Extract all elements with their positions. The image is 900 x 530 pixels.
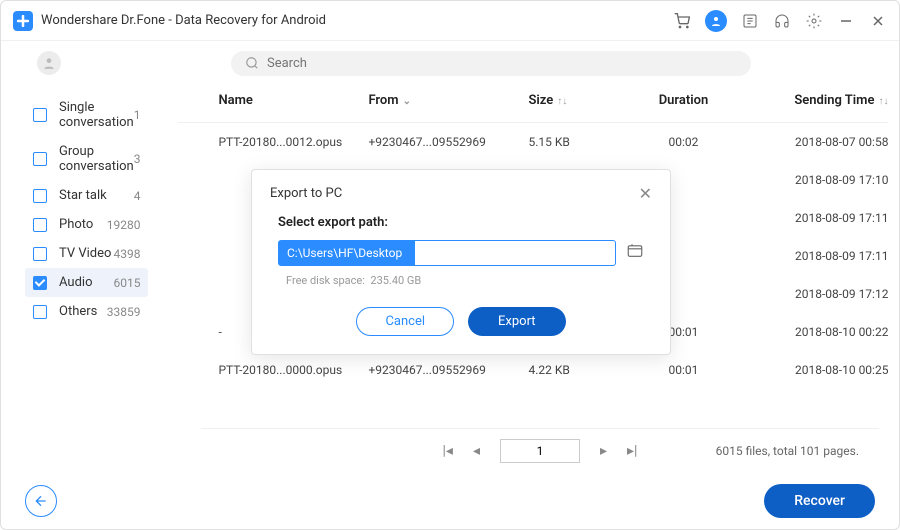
- table-row[interactable]: PTT-20180...0012.opus+9230467...09552969…: [178, 123, 888, 161]
- titlebar: Wondershare Dr.Fone - Data Recovery for …: [1, 1, 899, 41]
- arrow-left-icon: [33, 493, 49, 509]
- page-next-icon[interactable]: ▸: [600, 443, 607, 459]
- col-from[interactable]: From⌄: [368, 93, 528, 108]
- search-icon: [245, 56, 259, 70]
- export-button[interactable]: Export: [468, 307, 566, 336]
- back-button[interactable]: [25, 485, 57, 517]
- checkbox-icon[interactable]: [33, 189, 47, 203]
- page-first-icon[interactable]: |◂: [443, 443, 453, 459]
- sort-icon: ↑↓: [878, 96, 888, 107]
- pager-info: 6015 files, total 101 pages.: [716, 444, 859, 458]
- sidebar-item-single-conversation[interactable]: Single conversation1: [25, 93, 148, 137]
- feedback-icon[interactable]: [741, 12, 759, 30]
- minimize-icon[interactable]: [837, 12, 855, 30]
- settings-icon[interactable]: [805, 12, 823, 30]
- browse-folder-icon[interactable]: [626, 242, 644, 264]
- app-title: Wondershare Dr.Fone - Data Recovery for …: [41, 13, 673, 28]
- modal-label: Select export path:: [278, 215, 652, 230]
- col-duration[interactable]: Duration: [628, 93, 738, 108]
- support-icon[interactable]: [773, 12, 791, 30]
- page-prev-icon[interactable]: ◂: [473, 443, 480, 459]
- checkbox-icon[interactable]: [33, 276, 47, 290]
- search-input[interactable]: [267, 56, 737, 71]
- user-badge-icon[interactable]: [705, 10, 727, 32]
- close-icon[interactable]: [869, 12, 887, 30]
- topbar: [1, 41, 899, 85]
- sidebar: Single conversation1 Group conversation3…: [1, 85, 158, 465]
- checkbox-icon[interactable]: [33, 305, 47, 319]
- checkbox-icon[interactable]: [33, 218, 47, 232]
- modal-close-icon[interactable]: ✕: [639, 184, 652, 203]
- checkbox-icon[interactable]: [33, 247, 47, 261]
- page-last-icon[interactable]: ▸|: [627, 443, 637, 459]
- sidebar-item-others[interactable]: Others33859: [25, 297, 148, 326]
- col-size[interactable]: Size↑↓: [528, 93, 628, 108]
- chevron-down-icon: ⌄: [403, 96, 411, 107]
- checkbox-icon[interactable]: [33, 152, 47, 166]
- table-header: Name From⌄ Size↑↓ Duration Sending Time↑…: [178, 85, 888, 123]
- col-name[interactable]: Name: [218, 93, 368, 108]
- modal-title: Export to PC: [270, 186, 342, 201]
- col-time[interactable]: Sending Time↑↓: [738, 93, 888, 108]
- table-row[interactable]: PTT-20180...0000.opus+9230467...09552969…: [178, 351, 888, 389]
- sidebar-item-star-talk[interactable]: Star talk4: [25, 181, 148, 210]
- checkbox-icon[interactable]: [33, 108, 47, 122]
- sidebar-item-group-conversation[interactable]: Group conversation3: [25, 137, 148, 181]
- cart-icon[interactable]: [673, 12, 691, 30]
- recover-button[interactable]: Recover: [764, 484, 875, 518]
- sidebar-item-tv-video[interactable]: TV Video4398: [25, 239, 148, 268]
- export-modal: Export to PC ✕ Select export path: Free …: [251, 169, 671, 355]
- sidebar-item-audio[interactable]: Audio6015: [25, 268, 148, 297]
- cancel-button[interactable]: Cancel: [356, 307, 454, 336]
- export-path-input[interactable]: [278, 240, 616, 266]
- sidebar-item-photo[interactable]: Photo19280: [25, 210, 148, 239]
- pager: |◂ ◂ ▸ ▸| 6015 files, total 101 pages.: [201, 428, 879, 473]
- disk-info: Free disk space: 235.40 GB: [286, 274, 652, 287]
- page-input[interactable]: [500, 439, 580, 463]
- footer: Recover: [1, 473, 899, 529]
- avatar-icon[interactable]: [37, 51, 61, 75]
- search-box[interactable]: [231, 51, 751, 76]
- app-logo-icon: [13, 11, 33, 31]
- sort-icon: ↑↓: [557, 96, 567, 107]
